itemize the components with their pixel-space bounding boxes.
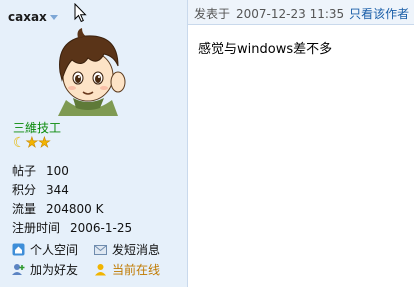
posted-label: 发表于 — [194, 7, 231, 21]
mouse-cursor-icon — [74, 3, 87, 23]
send-message-link[interactable]: 发短消息 — [94, 241, 176, 258]
avatar[interactable] — [38, 26, 138, 116]
author-name-text[interactable]: caxax — [8, 10, 47, 24]
moon-icon: ☾ — [13, 135, 26, 151]
stat-traffic: 流量 204800 K — [12, 200, 132, 219]
user-actions: 个人空间 发短消息 加为好友 当前在线 — [12, 241, 187, 281]
post-meta: 发表于 2007-12-23 11:35 只看该作者 — [194, 5, 409, 22]
profile-link[interactable]: 个人空间 — [12, 241, 94, 258]
only-author-link[interactable]: 只看该作者 — [349, 7, 409, 21]
star-icon: ★ — [38, 135, 51, 151]
add-friend-link[interactable]: 加为好友 — [12, 261, 94, 278]
chevron-down-icon[interactable] — [49, 15, 58, 20]
stat-label: 积分 — [12, 183, 37, 197]
send-message-label[interactable]: 发短消息 — [112, 243, 160, 257]
stat-points: 积分 344 — [12, 181, 132, 200]
stat-label: 帖子 — [12, 164, 37, 178]
add-user-icon — [12, 264, 25, 275]
online-user-icon — [95, 264, 106, 276]
post-body: 感觉与windows差不多 — [198, 42, 333, 57]
stat-value: 100 — [46, 164, 69, 178]
stat-posts: 帖子 100 — [12, 162, 132, 181]
online-status: 当前在线 — [94, 261, 176, 278]
author-sidebar: caxax 三維技工 ☾★★ 帖子 100 积分 344 流量 204800 K… — [0, 0, 187, 287]
user-stats: 帖子 100 积分 344 流量 204800 K 注册时间 2006-1-25 — [12, 162, 132, 238]
stat-label: 流量 — [12, 202, 37, 216]
stat-value: 344 — [46, 183, 69, 197]
online-status-label: 当前在线 — [112, 263, 161, 277]
star-icon: ★ — [25, 135, 39, 151]
stat-value: 2006-1-25 — [70, 221, 133, 235]
home-icon — [12, 243, 25, 256]
post-header: 发表于 2007-12-23 11:35 只看该作者 — [188, 0, 414, 25]
stat-registered: 注册时间 2006-1-25 — [12, 219, 132, 238]
post-timestamp: 2007-12-23 11:35 — [236, 7, 345, 21]
author-name[interactable]: caxax — [8, 10, 58, 24]
profile-link-label[interactable]: 个人空间 — [30, 243, 78, 257]
post-content-area: 发表于 2007-12-23 11:35 只看该作者 感觉与windows差不多 — [188, 0, 414, 287]
stat-label: 注册时间 — [12, 221, 61, 235]
envelope-icon — [94, 245, 107, 255]
rank-stars: ☾★★ — [13, 135, 51, 151]
stat-value: 204800 K — [46, 202, 104, 216]
user-rank-title: 三維技工 — [13, 121, 62, 135]
add-friend-label[interactable]: 加为好友 — [30, 263, 78, 277]
